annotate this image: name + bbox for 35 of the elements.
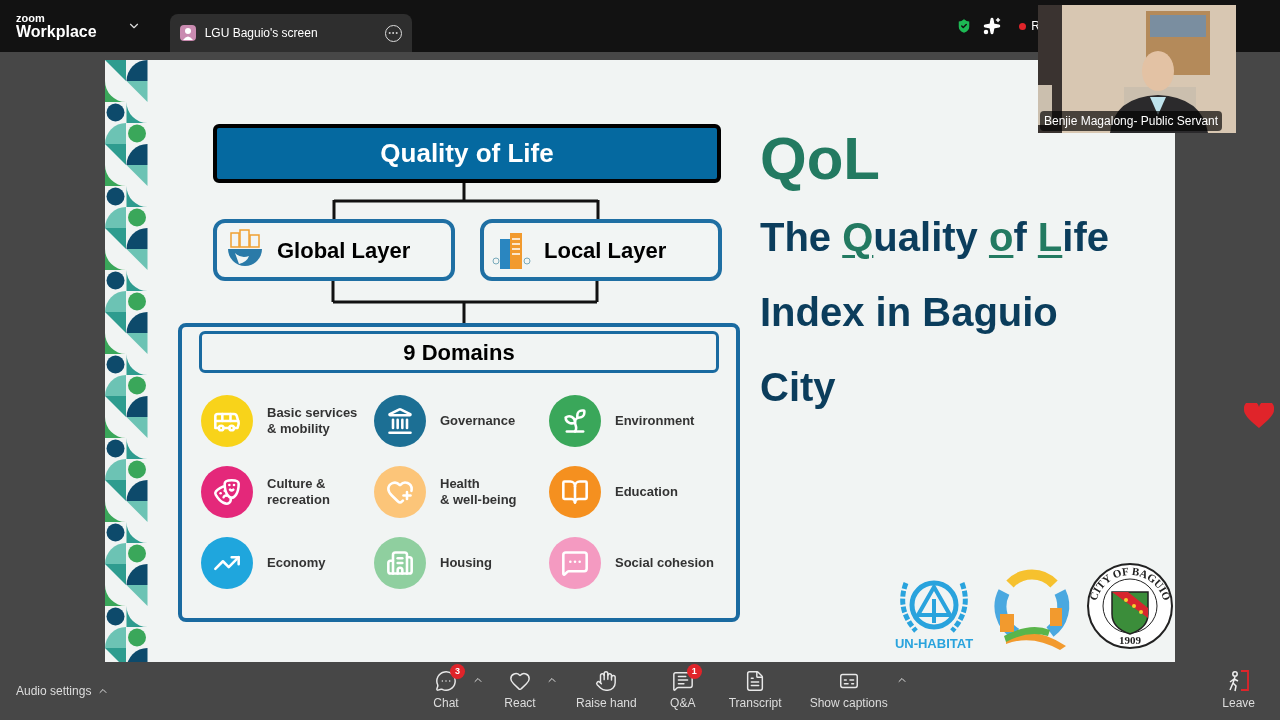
heart-icon: [509, 670, 531, 692]
domain-label: Social cohesion: [615, 555, 714, 571]
domain-label: Health & well-being: [440, 476, 517, 508]
badge-count: 1: [686, 664, 702, 679]
logo-caption: UN-HABITAT: [894, 637, 974, 650]
slide-title: QoL: [760, 124, 881, 194]
slide-subtitle: The Quality of Life Index in Baguio City: [760, 214, 1110, 411]
toolbar-button[interactable]: Transcript: [720, 670, 790, 712]
participant-name: Benjie Magalong- Public Servant: [1040, 111, 1223, 131]
layer-label: Local Layer: [544, 236, 667, 265]
heart-reaction-icon: [1244, 403, 1274, 429]
layer-label: Global Layer: [277, 236, 411, 265]
domain-label: Education: [615, 484, 678, 500]
share-tab-title: LGU Baguio's screen: [204, 25, 319, 42]
share-tab[interactable]: LGU Baguio's screen: [169, 14, 412, 52]
domain-label: Environment: [615, 413, 695, 429]
badge-count: 3: [450, 664, 465, 679]
domain-label: Culture & recreation: [267, 476, 330, 508]
domain-label: Economy: [267, 555, 326, 571]
domain-label: Basic services & mobility: [267, 405, 358, 437]
sparkle-icon[interactable]: [983, 17, 1002, 35]
domain-label: Housing: [440, 555, 492, 571]
leave-icon: [1226, 670, 1251, 692]
toolbar-button[interactable]: React: [494, 670, 546, 712]
app-logo-top: zoom: [16, 12, 46, 24]
domain-label: Governance: [440, 413, 516, 429]
toolbar-button[interactable]: Show captions: [801, 670, 896, 712]
hand-icon: [595, 670, 618, 692]
toolbar-button[interactable]: Raise hand: [568, 670, 645, 712]
leave-button[interactable]: Leave: [1222, 670, 1255, 712]
avatar-icon: [179, 25, 196, 41]
domains-title: 9 Domains: [199, 331, 719, 373]
audio-settings-button[interactable]: Audio settings: [16, 682, 110, 700]
app-logo-bottom: Workplace: [16, 23, 97, 40]
quality-of-life-header: Quality of Life: [213, 124, 721, 183]
